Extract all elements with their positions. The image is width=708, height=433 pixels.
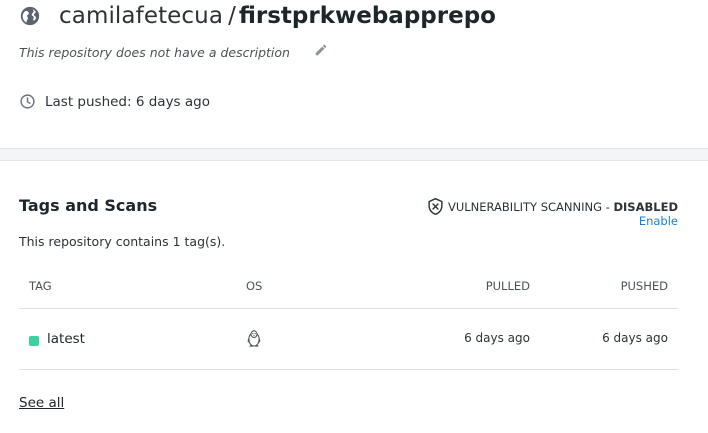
enable-scanning-link[interactable]: Enable [639, 214, 678, 228]
tag-status-indicator [29, 336, 39, 346]
see-all-link[interactable]: See all [19, 395, 64, 411]
vulnerability-scanning-state: DISABLED [613, 199, 678, 214]
clock-icon [19, 93, 36, 110]
column-header-os: OS [246, 279, 263, 293]
column-header-pushed: PUSHED [620, 279, 668, 293]
vulnerability-scanning-label: VULNERABILITY SCANNING - [447, 199, 614, 214]
pulled-time: 6 days ago [464, 331, 530, 345]
tag-name-link[interactable]: latest [47, 331, 85, 347]
pushed-time: 6 days ago [602, 331, 668, 345]
column-header-tag: TAG [29, 279, 52, 293]
repository-header: camilafetecua / firstprkwebapprepo This … [0, 0, 708, 148]
repository-namespace[interactable]: camilafetecua [59, 3, 223, 29]
repository-name: firstprkwebapprepo [238, 3, 496, 29]
column-header-pulled: PULLED [485, 279, 530, 293]
path-separator: / [228, 3, 236, 29]
globe-icon [19, 5, 41, 27]
tags-table: TAG OS PULLED PUSHED latest 6 days ago 6… [19, 270, 678, 370]
tags-and-scans-title: Tags and Scans [19, 196, 158, 215]
shield-x-icon [427, 197, 444, 216]
description-row: This repository does not have a descript… [19, 43, 328, 60]
repository-description: This repository does not have a descript… [19, 45, 290, 60]
tags-table-header: TAG OS PULLED PUSHED [19, 270, 678, 309]
last-pushed-row: Last pushed: 6 days ago [19, 93, 210, 110]
section-divider [0, 148, 708, 161]
last-pushed-text: Last pushed: 6 days ago [45, 93, 210, 110]
tag-count-summary: This repository contains 1 tag(s). [19, 234, 226, 249]
linux-tux-icon [246, 329, 262, 348]
pencil-icon[interactable] [314, 43, 328, 57]
repository-title: camilafetecua / firstprkwebapprepo [19, 2, 496, 30]
table-row: latest 6 days ago 6 days ago [19, 309, 678, 370]
